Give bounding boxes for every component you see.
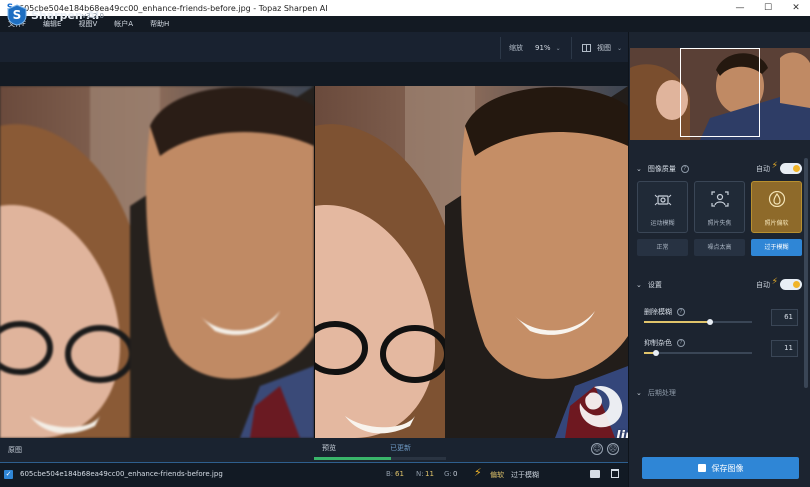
soft-drop-icon (768, 191, 786, 207)
settings-section-header[interactable]: ⌄ 设置 自动 ⚡ (636, 277, 802, 292)
stat-g-label: G: (444, 470, 452, 478)
window-controls: — ☐ ✕ (726, 0, 810, 16)
stat-n-value: 11 (425, 470, 434, 478)
suppress-noise-value-input[interactable]: 11 (771, 340, 798, 357)
post-processing-title: 后期处理 (647, 389, 676, 397)
app-version: v3.2.0 (82, 12, 104, 20)
mode-too-soft-label: 照片偏软 (764, 220, 789, 227)
suppress-noise-label-row: 抑制杂色 ? (644, 338, 685, 348)
chevron-down-icon: ⌄ (636, 281, 642, 289)
frown-feedback-icon[interactable]: ☹ (607, 443, 619, 455)
mode-out-of-focus-label: 照片失焦 (707, 220, 732, 227)
minimize-button[interactable]: — (726, 0, 754, 16)
save-image-label: 保存图像 (711, 463, 744, 473)
comparison-divider[interactable] (314, 86, 315, 438)
updated-label: 已更新 (390, 444, 411, 452)
image-comparison-area[interactable] (0, 86, 628, 438)
quality-auto-toggle[interactable] (780, 163, 802, 174)
file-mode-primary: 偏软 (490, 471, 504, 479)
help-icon[interactable]: ? (677, 339, 685, 347)
zoom-label: 缩放 (509, 44, 523, 52)
help-icon[interactable]: ? (680, 165, 689, 173)
settings-auto-label: 自动 (756, 281, 770, 289)
chevron-down-icon: ⌄ (617, 44, 623, 52)
camera-icon[interactable] (590, 470, 600, 478)
save-image-button[interactable]: 保存图像 (642, 457, 799, 479)
camera-shake-icon (654, 194, 672, 206)
maximize-button[interactable]: ☐ (754, 0, 782, 16)
suppress-noise-slider-handle[interactable] (653, 350, 659, 356)
zoom-value: 91% (535, 44, 551, 52)
view-dropdown[interactable]: 视图 ⌄ (582, 37, 628, 59)
mode-motion-blur[interactable]: 运动模糊 (637, 181, 688, 233)
suppress-noise-slider-track[interactable] (644, 352, 752, 354)
enhanced-image (315, 86, 628, 438)
close-button[interactable]: ✕ (782, 0, 810, 16)
image-quality-section-header[interactable]: ⌄ 图像质量 ? 自动 ⚡ (636, 161, 802, 176)
zoom-dropdown[interactable]: 缩放 91% ⌄ (500, 37, 572, 59)
suppress-noise-label: 抑制杂色 (644, 339, 672, 347)
file-mode-secondary: 过于模糊 (511, 471, 539, 479)
stat-b-value: 61 (395, 470, 404, 478)
quality-auto-label: 自动 (756, 165, 770, 173)
remove-blur-slider-handle[interactable] (707, 319, 713, 325)
chevron-down-icon: ⌄ (636, 389, 642, 397)
view-label: 视图 (597, 44, 611, 52)
menu-help[interactable]: 帮助H (150, 19, 169, 29)
image-quality-title: 图像质量 (647, 165, 676, 173)
menu-account[interactable]: 帐户A (114, 19, 133, 29)
file-checkbox[interactable]: ✓ (4, 470, 13, 479)
stat-b-label: B: (386, 470, 394, 478)
menu-bar: 文件F 编辑E 视图V 帐户A 帮助H (0, 16, 810, 32)
mode-motion-blur-label: 运动模糊 (650, 220, 675, 227)
navigator-thumbnail[interactable] (630, 48, 810, 140)
level-normal-button[interactable]: 正常 (637, 239, 688, 256)
level-very-blurry-button[interactable]: 过于模糊 (751, 239, 802, 256)
lightning-icon: ⚡ (474, 466, 482, 479)
original-image (0, 86, 314, 438)
toolbar-spacer (0, 62, 628, 86)
remove-blur-label-row: 删除模糊 ? (644, 307, 685, 317)
stat-g-value: 0 (453, 470, 458, 478)
panel-scrollbar[interactable] (804, 158, 808, 388)
chevron-down-icon: ⌄ (636, 165, 642, 173)
preview-progress-bar (314, 457, 391, 460)
settings-title: 设置 (647, 281, 662, 289)
settings-auto-toggle[interactable] (780, 279, 802, 290)
remove-blur-value-input[interactable]: 61 (771, 309, 798, 326)
focus-person-icon (711, 191, 729, 207)
svg-text:S: S (13, 8, 22, 22)
lightning-icon: ⚡ (771, 277, 778, 287)
mode-out-of-focus[interactable]: 照片失焦 (694, 181, 745, 233)
level-high-noise-button[interactable]: 噪点太高 (694, 239, 745, 256)
trash-icon[interactable] (611, 469, 619, 478)
navigator-viewport-frame[interactable] (680, 48, 760, 137)
sharpen-ai-logo: S (7, 4, 27, 26)
save-icon (697, 464, 706, 472)
remove-blur-label: 删除模糊 (644, 308, 672, 316)
lightning-icon: ⚡ (771, 161, 778, 171)
original-label: 原图 (8, 446, 22, 454)
split-view-icon (582, 44, 591, 52)
smile-feedback-icon[interactable]: ☺ (591, 443, 603, 455)
file-name: 605cbe504e184b68ea49cc00_enhance-friends… (20, 470, 223, 478)
post-processing-section-header[interactable]: ⌄ 后期处理 (636, 387, 804, 399)
preview-label: 预览 (322, 444, 336, 452)
remove-blur-slider-fill (644, 321, 710, 323)
stat-n-label: N: (416, 470, 424, 478)
window-title-bar: S 605cbe504e184b68ea49cc00_enhance-frien… (0, 0, 810, 16)
mode-too-soft[interactable]: 照片偏软 (751, 181, 802, 233)
help-icon[interactable]: ? (677, 308, 685, 316)
chevron-down-icon: ⌄ (555, 44, 561, 52)
